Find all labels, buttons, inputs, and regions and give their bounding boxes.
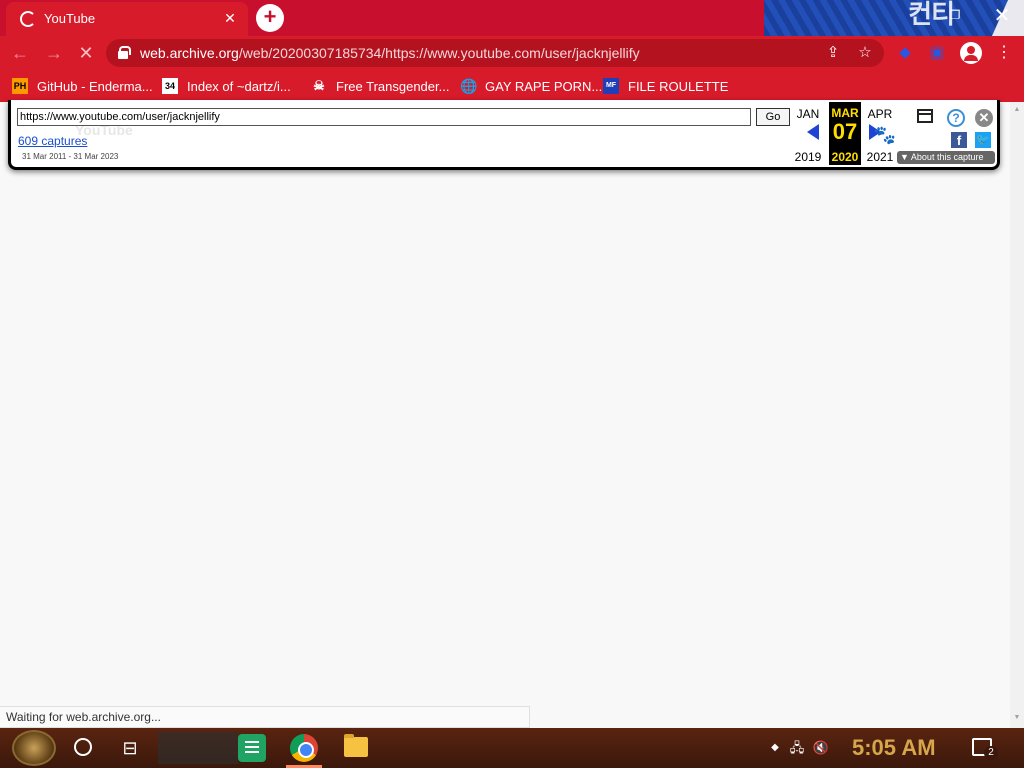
tray-overflow-icon[interactable]: ◆ — [766, 739, 784, 757]
profile-avatar-icon[interactable] — [960, 42, 982, 64]
sidebar-panel-icon[interactable]: ▣ — [928, 44, 946, 62]
bookmark-file-roulette[interactable]: MF FILE ROULETTE — [603, 77, 728, 95]
bookmark-github[interactable]: PH GitHub - Enderma... — [12, 77, 153, 95]
window-close-button[interactable]: ✕ — [990, 2, 1014, 30]
current-year: 2020 — [831, 150, 859, 164]
browser-toolbar: ← → ✕ web.archive.org/web/20200307185734… — [0, 36, 1024, 70]
loading-spinner-icon — [20, 11, 36, 27]
stop-button[interactable]: ✕ — [74, 41, 98, 65]
ph-favicon-icon: PH — [12, 78, 28, 94]
current-month: MAR — [831, 106, 859, 120]
current-capture: MAR 07 2020 — [829, 102, 861, 165]
capture-date-range: 31 Mar 2011 - 31 Mar 2023 — [22, 152, 119, 161]
bookmark-gay-rape-porn[interactable]: 🌐 GAY RAPE PORN... — [460, 77, 602, 95]
facebook-icon[interactable]: f — [951, 132, 967, 148]
prev-capture-arrow-icon[interactable] — [807, 124, 819, 140]
cortana-circle-icon[interactable] — [74, 738, 92, 756]
bookmark-label: FILE ROULETTE — [628, 78, 729, 94]
back-button[interactable]: ← — [8, 41, 32, 65]
tab-strip: 컨티 YouTube ✕ + ❐ ✕ — [0, 0, 1024, 36]
tab-youtube[interactable]: YouTube ✕ — [6, 2, 248, 36]
about-capture-label: About this capture — [910, 152, 984, 162]
forward-button[interactable]: → — [42, 41, 66, 65]
mascot-sprite-icon: 🐾 — [873, 125, 897, 145]
network-icon[interactable]: 🖧 — [788, 739, 806, 757]
task-view-icon[interactable]: ⊟ — [116, 734, 144, 762]
taskbar-clock[interactable]: 5:05 AM — [852, 734, 944, 762]
share-icon[interactable]: ⇪ — [824, 44, 842, 62]
wayback-url-input[interactable] — [17, 108, 751, 126]
bookmarks-bar: PH GitHub - Enderma... 34 Index of ~dart… — [0, 70, 1024, 102]
bookmark-index-dartz[interactable]: 34 Index of ~dartz/i... — [162, 77, 291, 95]
theme-artwork: 컨티 — [764, 0, 1024, 36]
about-capture-button[interactable]: ▼ About this capture — [897, 151, 995, 164]
bookmark-label: GitHub - Enderma... — [37, 78, 153, 94]
mf-favicon-icon: MF — [603, 78, 619, 94]
lock-icon[interactable] — [118, 46, 131, 59]
menu-kebab-icon[interactable]: ⋮ — [996, 44, 1012, 62]
prev-year: 2019 — [794, 150, 822, 164]
notification-count-badge: 2 — [984, 746, 998, 760]
window-restore-button[interactable]: ❐ — [946, 8, 964, 26]
notification-center-icon[interactable]: 2 — [972, 738, 998, 760]
address-bar[interactable]: web.archive.org/web/20200307185734/https… — [106, 39, 884, 67]
address-url[interactable]: web.archive.org/web/20200307185734/https… — [140, 45, 640, 61]
next-month: APR — [867, 107, 893, 121]
scroll-down-icon[interactable]: ▼ — [1013, 714, 1021, 722]
new-tab-button[interactable]: + — [256, 4, 284, 32]
taskbar: ⊟ ◆ 🖧 🔇 5:05 AM 2 — [0, 728, 1024, 768]
taskbar-band — [158, 732, 238, 764]
extension-puzzle-icon[interactable]: ◆ — [896, 44, 914, 62]
file-explorer-icon[interactable] — [344, 734, 368, 757]
wayback-go-button[interactable]: Go — [756, 108, 790, 126]
scroll-up-icon[interactable]: ▲ — [1013, 106, 1021, 114]
bookmark-label: GAY RAPE PORN... — [485, 78, 603, 94]
bookmark-free-transgender[interactable]: ☠ Free Transgender... — [311, 77, 449, 95]
chrome-app-icon[interactable] — [290, 734, 318, 762]
sheets-app-icon[interactable] — [238, 734, 266, 762]
skull-favicon-icon: ☠ — [313, 78, 325, 93]
34-favicon-icon: 34 — [162, 78, 178, 94]
captures-link[interactable]: 609 captures — [18, 134, 87, 148]
wayback-toolbar: YouTube Go 609 captures 31 Mar 2011 - 31… — [8, 100, 1000, 170]
prev-month: JAN — [796, 107, 820, 121]
help-icon[interactable]: ? — [947, 109, 965, 127]
globe-icon: 🌐 — [460, 78, 478, 94]
bookmark-label: Index of ~dartz/i... — [187, 78, 291, 94]
current-day: 07 — [832, 119, 858, 144]
page-content — [0, 102, 1010, 728]
next-year: 2021 — [866, 150, 894, 164]
url-host: web.archive.org — [140, 45, 239, 61]
bookmark-star-icon[interactable]: ☆ — [856, 44, 874, 62]
volume-muted-icon[interactable]: 🔇 — [812, 739, 830, 757]
twitter-icon[interactable]: 🐦 — [975, 132, 991, 148]
window-icon[interactable] — [917, 109, 933, 123]
page-scrollbar[interactable]: ▲ ▼ — [1010, 102, 1024, 728]
screen: 컨티 YouTube ✕ + ❐ ✕ ← → ✕ web.archive.org… — [0, 0, 1024, 768]
tab-title: YouTube — [44, 11, 96, 26]
bookmark-label: Free Transgender... — [336, 78, 450, 94]
close-icon[interactable]: ✕ — [975, 109, 993, 127]
start-button[interactable] — [12, 730, 56, 766]
status-bubble: Waiting for web.archive.org... — [0, 706, 530, 728]
url-path: /web/20200307185734/https://www.youtube.… — [238, 45, 640, 61]
tab-close-icon[interactable]: ✕ — [220, 8, 240, 28]
